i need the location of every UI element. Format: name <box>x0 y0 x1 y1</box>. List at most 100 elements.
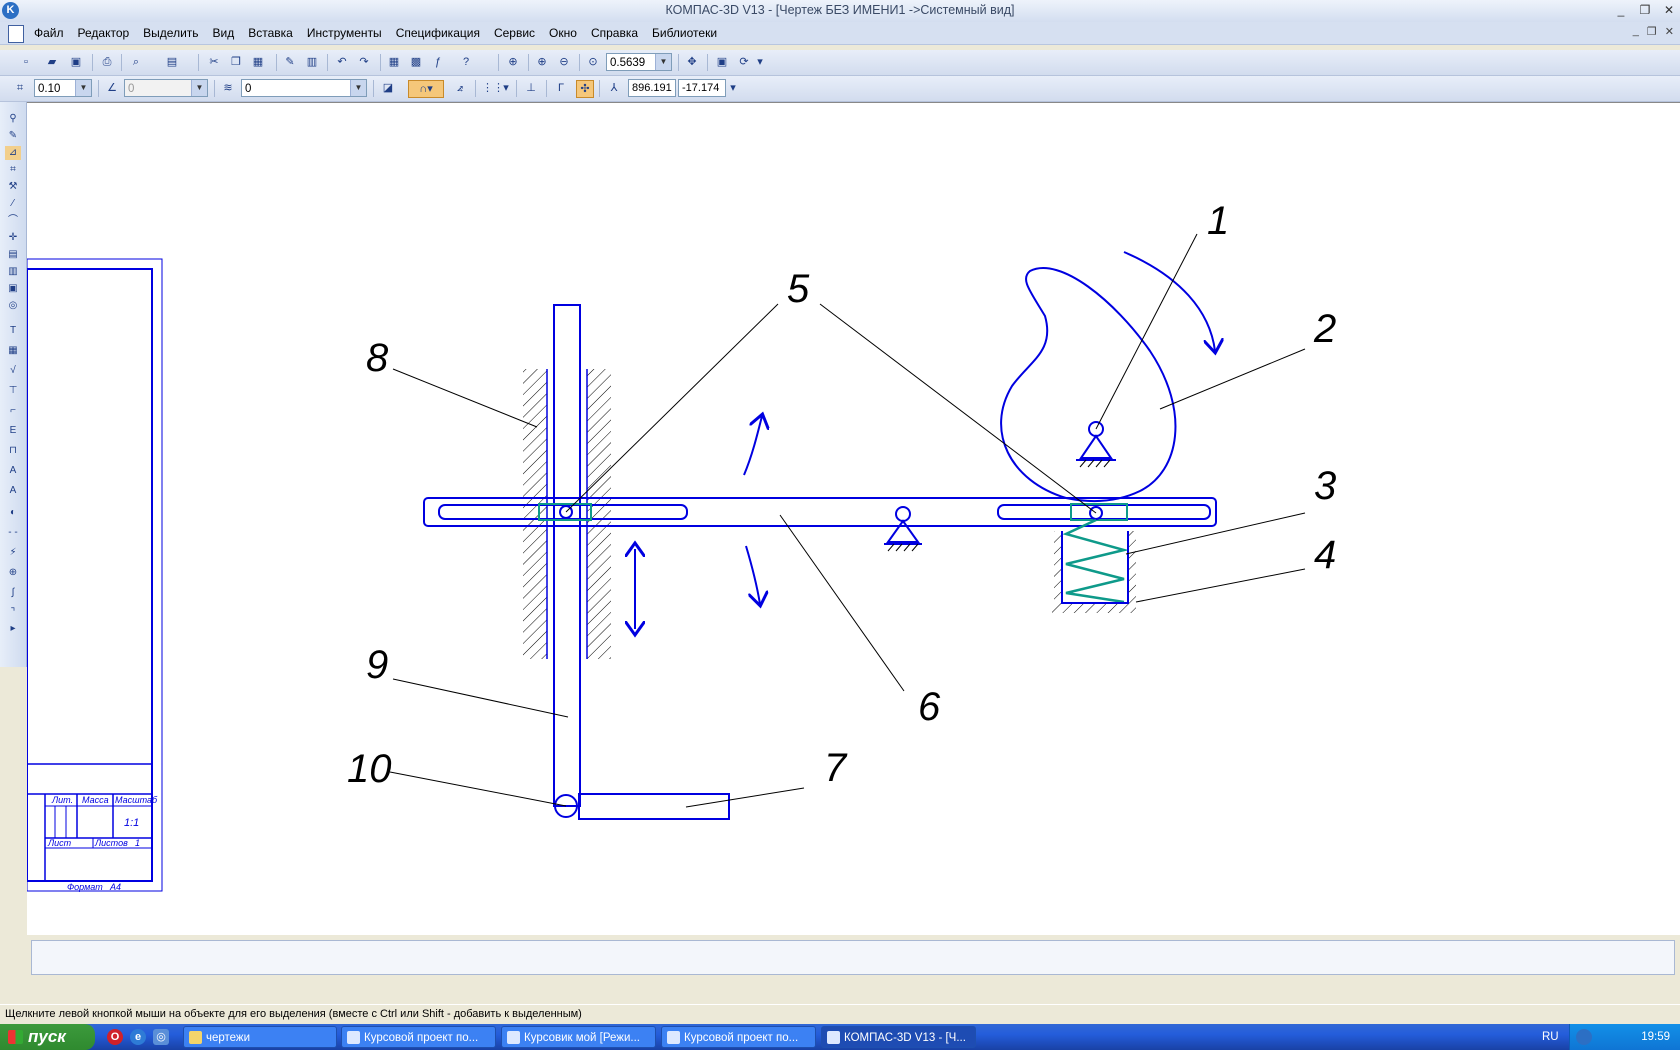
document-icon[interactable] <box>8 25 24 43</box>
task-folder[interactable]: чертежи <box>183 1026 337 1048</box>
copy-icon[interactable]: ❐ <box>228 54 244 70</box>
format-brush-icon[interactable]: ✎ <box>282 54 298 70</box>
text-align-icon[interactable]: A <box>5 464 21 478</box>
chevron-down-icon[interactable]: ▼ <box>191 80 207 96</box>
fragment-icon[interactable]: ▥ <box>5 265 21 279</box>
toolbar-options-icon[interactable]: ▾ <box>729 80 737 96</box>
save-icon[interactable]: ▣ <box>68 54 84 70</box>
table-small-icon[interactable]: ▤ <box>5 248 21 262</box>
menu-file[interactable]: Файл <box>34 26 64 40</box>
lightning-icon[interactable]: ⚡ <box>5 546 21 560</box>
internet-explorer-icon[interactable]: e <box>130 1029 146 1045</box>
regenerate-icon[interactable]: ⟳ <box>736 54 752 70</box>
variables-icon[interactable]: ▩ <box>408 54 424 70</box>
zoom-scale-combo[interactable]: 0.5639 ▼ <box>606 53 672 71</box>
menu-tools[interactable]: Инструменты <box>307 26 382 40</box>
layer-combo[interactable]: 0 ▼ <box>241 79 367 97</box>
edit-icon[interactable]: ✎ <box>5 129 21 143</box>
menu-edit[interactable]: Редактор <box>78 26 130 40</box>
cursor-step-combo[interactable]: 0.10 ▼ <box>34 79 92 97</box>
section-icon[interactable]: ⊓ <box>5 444 21 458</box>
restore-button[interactable]: ❐ <box>1636 2 1654 19</box>
properties-icon[interactable]: ▤ <box>164 54 180 70</box>
measure-icon[interactable]: ◐ <box>5 506 21 520</box>
chevron-down-icon[interactable]: ▼ <box>350 80 366 96</box>
point-icon[interactable]: ✛ <box>5 231 21 245</box>
quick-launch-icon[interactable]: ◎ <box>153 1029 169 1045</box>
minimize-button[interactable]: _ <box>1612 2 1630 19</box>
task-word-3[interactable]: Курсовой проект по... <box>661 1026 816 1048</box>
table-icon[interactable]: ▦ <box>5 344 21 358</box>
mdi-close-button[interactable]: ✕ <box>1665 25 1674 38</box>
open-folder-icon[interactable]: ▰ <box>44 54 60 70</box>
kompas-tray-icon[interactable] <box>1576 1029 1592 1045</box>
task-kompas[interactable]: КОМПАС-3D V13 - [Ч... <box>821 1026 976 1048</box>
toolbar-options-icon[interactable]: ▾ <box>756 54 764 70</box>
undo-icon[interactable]: ↶ <box>334 54 350 70</box>
snap-step-icon[interactable]: ⌗ <box>12 80 28 96</box>
menu-libraries[interactable]: Библиотеки <box>652 26 717 40</box>
text-icon[interactable]: T <box>5 324 21 338</box>
mdi-restore-button[interactable]: ❐ <box>1647 25 1657 38</box>
position-icon[interactable]: E <box>5 424 21 438</box>
arc-icon[interactable]: ⌒ <box>5 214 21 228</box>
base-icon[interactable]: ⊤ <box>5 384 21 398</box>
start-button[interactable]: пуск <box>0 1024 95 1050</box>
properties-filter-icon[interactable]: ◪ <box>380 80 396 96</box>
angle-combo[interactable]: 0 ▼ <box>124 79 208 97</box>
layers-icon[interactable]: ≋ <box>220 80 236 96</box>
view-icon[interactable]: ▣ <box>5 282 21 296</box>
property-panel[interactable] <box>31 940 1675 975</box>
print-preview-icon[interactable]: ⌕ <box>128 54 144 70</box>
round-icon[interactable]: Γ <box>553 80 569 96</box>
mdi-minimize-button[interactable]: _ <box>1633 25 1639 38</box>
menu-select[interactable]: Выделить <box>143 26 198 40</box>
redo-icon[interactable]: ↷ <box>356 54 372 70</box>
help-cursor-icon[interactable]: ? <box>458 54 474 70</box>
angle-icon[interactable]: ∠ <box>104 80 120 96</box>
hammer-icon[interactable]: ⚒ <box>5 180 21 194</box>
manager-icon[interactable]: ▥ <box>304 54 320 70</box>
axis-icon[interactable]: A <box>5 484 21 498</box>
dimensions-icon[interactable]: ⊿ <box>5 146 21 160</box>
menu-help[interactable]: Справка <box>591 26 638 40</box>
coord-y-field[interactable]: -17.174 <box>678 79 726 97</box>
opera-icon[interactable]: O <box>107 1029 123 1045</box>
corner-icon[interactable]: ⌝ <box>5 606 21 620</box>
zoom-icon[interactable]: ⊙ <box>585 54 601 70</box>
cut-icon[interactable]: ✂ <box>206 54 222 70</box>
refresh-view-icon[interactable]: ▣ <box>714 54 730 70</box>
geometry-icon[interactable]: ⚲ <box>5 112 21 126</box>
grid-params-icon[interactable]: ⌗ <box>5 163 21 177</box>
lines-icon[interactable]: ⁄ <box>5 197 21 211</box>
pan-icon[interactable]: ✥ <box>684 54 700 70</box>
layer-icon[interactable]: ◎ <box>5 299 21 313</box>
spline-icon[interactable]: ∫ <box>5 586 21 600</box>
menu-insert[interactable]: Вставка <box>248 26 293 40</box>
center-mark-icon[interactable]: ⊕ <box>5 566 21 580</box>
dash-line-icon[interactable]: - - <box>5 526 21 540</box>
local-cs-icon[interactable]: ⦨ <box>452 80 468 96</box>
roughness-icon[interactable]: √ <box>5 364 21 378</box>
fx-icon[interactable]: ƒ <box>430 54 446 70</box>
chevron-down-icon[interactable]: ▾ <box>502 80 510 96</box>
grid-icon[interactable]: ⋮⋮ <box>482 80 504 96</box>
zoom-out-icon[interactable]: ⊖ <box>556 54 572 70</box>
chevron-down-icon[interactable]: ▼ <box>655 54 671 70</box>
drawing-canvas[interactable]: Лит. Масса Масштаб 1:1 Лист Листов 1 Фор… <box>27 102 1680 935</box>
menu-window[interactable]: Окно <box>549 26 577 40</box>
task-word-2[interactable]: Курсовик мой [Режи... <box>501 1026 656 1048</box>
expand-panel-icon[interactable]: ▸ <box>5 622 21 636</box>
menu-service[interactable]: Сервис <box>494 26 535 40</box>
paste-icon[interactable]: ▦ <box>250 54 266 70</box>
new-document-icon[interactable]: ▫ <box>18 54 34 70</box>
tree-icon[interactable]: ▦ <box>386 54 402 70</box>
menu-specification[interactable]: Спецификация <box>396 26 480 40</box>
magnet-snap-icon[interactable]: ∩▾ <box>408 80 444 98</box>
task-word-1[interactable]: Курсовой проект по... <box>341 1026 496 1048</box>
ortho-mode-icon[interactable]: ✣ <box>576 80 594 98</box>
zoom-frame-icon[interactable]: ⊕ <box>505 54 521 70</box>
ortho-icon[interactable]: ⊥ <box>523 80 539 96</box>
close-button[interactable]: ✕ <box>1660 2 1678 19</box>
zoom-in-icon[interactable]: ⊕ <box>534 54 550 70</box>
